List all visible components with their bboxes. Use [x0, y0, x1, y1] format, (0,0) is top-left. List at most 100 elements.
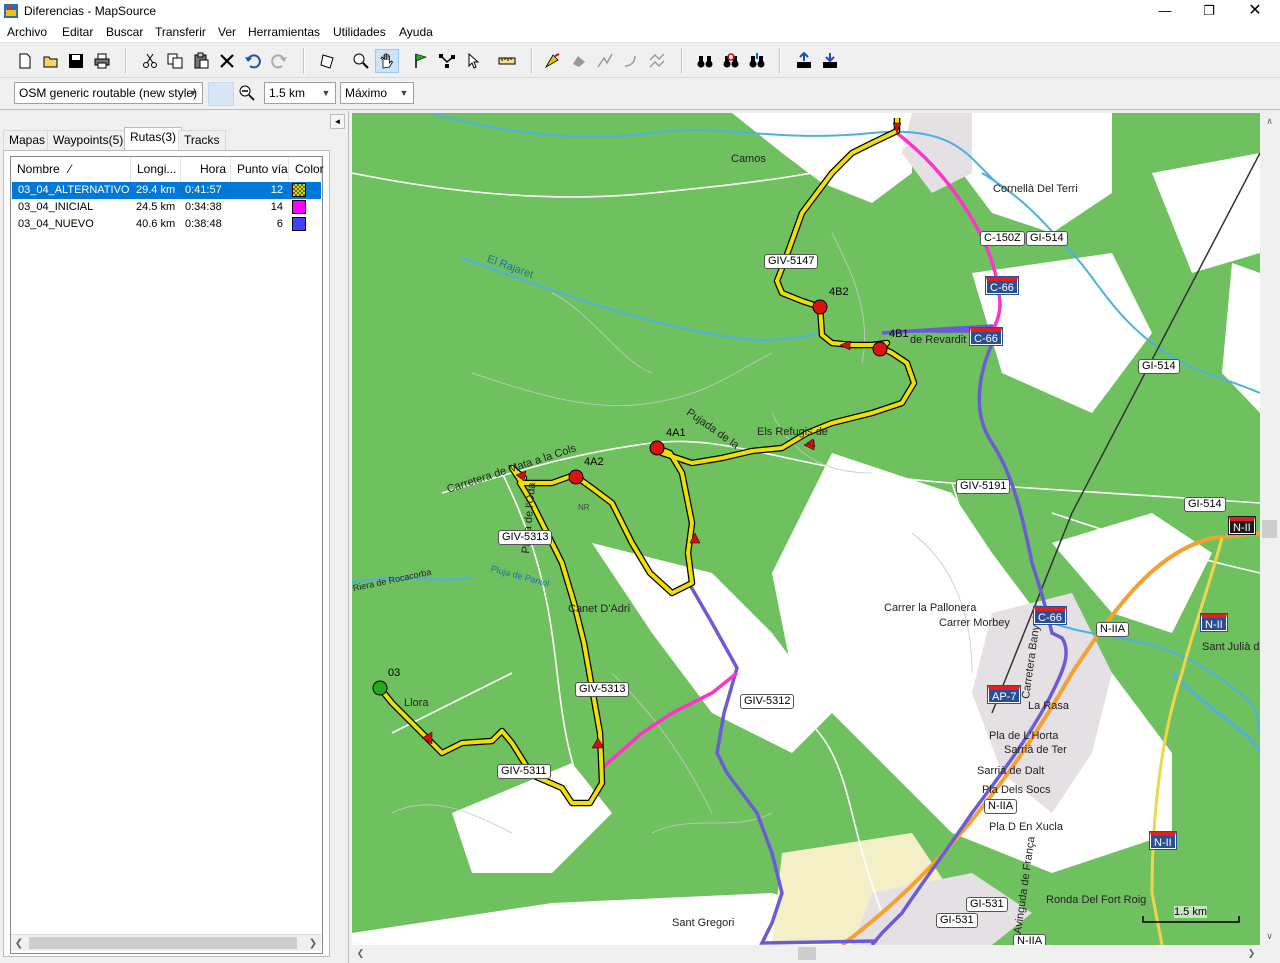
open-folder-icon[interactable] [39, 49, 63, 73]
column-header-hora[interactable]: Hora [181, 157, 231, 182]
column-header-punto-via[interactable]: Punto vía [231, 157, 289, 182]
place-label: Sarrià de Dalt [977, 765, 1045, 777]
route-color-swatch[interactable] [292, 200, 306, 214]
scroll-right-icon[interactable]: ❯ [1243, 945, 1260, 962]
column-header-longitud[interactable]: Longi... [131, 157, 181, 182]
restore-icon[interactable]: ❐ [1186, 0, 1232, 23]
place-label: Pla D En Xucla [989, 821, 1063, 833]
minimize-icon[interactable]: — [1142, 0, 1188, 23]
find-binoculars-icon[interactable] [693, 49, 717, 73]
scroll-left-icon[interactable]: ❮ [11, 935, 27, 952]
map-horizontal-scrollbar[interactable]: ❮ ❯ [352, 945, 1260, 962]
map-curve-icon[interactable] [619, 49, 643, 73]
menu-transferir[interactable]: Transferir [155, 25, 206, 39]
find-nearest-icon[interactable] [719, 49, 743, 73]
cut-icon[interactable] [138, 49, 162, 73]
zoom-level-select[interactable]: 1.5 km ▼ [264, 82, 336, 104]
route-row[interactable]: 03_04_NUEVO 40.6 km 0:38:48 6 [12, 216, 321, 233]
route-row[interactable]: 03_04_ALTERNATIVO 29.4 km 0:41:57 12 [12, 182, 321, 199]
road-shield: N-IIA [1013, 934, 1047, 945]
select-area-icon[interactable] [315, 49, 339, 73]
column-header-nombre[interactable]: Nombre ⁄ [11, 157, 131, 182]
road-shield: N-II [1228, 516, 1256, 535]
tab-mapas[interactable]: Mapas [3, 130, 52, 150]
menu-editar[interactable]: Editar [62, 25, 93, 39]
road-shield: N-II [1149, 831, 1177, 850]
map-multi-icon[interactable] [645, 49, 669, 73]
map-vertical-scrollbar[interactable]: ∧ ∨ [1261, 113, 1278, 945]
delete-icon[interactable] [215, 49, 239, 73]
mapsource-app-icon [4, 4, 18, 18]
route-name: 03_04_INICIAL [18, 201, 94, 213]
map-lines-icon[interactable] [593, 49, 617, 73]
place-label: Carrer Morbey [939, 617, 1010, 629]
place-label: Carrer la Pallonera [884, 602, 977, 614]
route-length: 40.6 km [136, 218, 176, 230]
menu-buscar[interactable]: Buscar [106, 25, 143, 39]
route-color-swatch[interactable] [292, 183, 306, 197]
tab-rutas[interactable]: Rutas(3) [124, 127, 183, 151]
save-icon[interactable] [64, 49, 88, 73]
find-places-icon[interactable] [745, 49, 769, 73]
scroll-thumb[interactable] [29, 937, 297, 949]
zoom-out-icon[interactable] [235, 81, 259, 105]
menu-ayuda[interactable]: Ayuda [399, 25, 433, 39]
menu-utilidades[interactable]: Utilidades [333, 25, 386, 39]
open-land-areas [352, 113, 1260, 945]
copy-icon[interactable] [163, 49, 187, 73]
map-highlight-color[interactable] [208, 82, 234, 106]
road-label: GI-514 [1184, 497, 1226, 512]
route-color-swatch[interactable] [292, 217, 306, 231]
scroll-thumb[interactable] [798, 947, 816, 960]
collapse-panel-icon[interactable]: ◄ [330, 114, 345, 129]
hand-pan-icon[interactable] [375, 49, 399, 73]
scroll-left-icon[interactable]: ❮ [352, 945, 369, 962]
map-canvas[interactable] [352, 113, 1260, 945]
column-header-color[interactable]: Color [289, 157, 324, 182]
road-label: C-150Z [980, 231, 1025, 246]
road-label: GI-514 [1138, 359, 1180, 374]
menu-ver[interactable]: Ver [218, 25, 236, 39]
tab-tracks[interactable]: Tracks [178, 130, 226, 150]
route-row[interactable]: 03_04_INICIAL 24.5 km 0:34:38 14 [12, 199, 321, 216]
measure-ruler-icon[interactable] [495, 49, 519, 73]
map-view[interactable]: Camos Cornellà Del Terri El Rajaret de R… [352, 113, 1260, 945]
menu-herramientas[interactable]: Herramientas [248, 25, 320, 39]
redo-icon[interactable] [267, 49, 291, 73]
selection-arrow-icon[interactable] [461, 49, 485, 73]
tab-waypoints[interactable]: Waypoints(5) [47, 130, 130, 150]
print-icon[interactable] [90, 49, 114, 73]
send-to-device-icon[interactable] [792, 49, 816, 73]
chevron-down-icon: ▼ [399, 88, 409, 98]
place-label: de Revardit [910, 334, 967, 346]
route-tool-icon[interactable] [435, 49, 459, 73]
scroll-down-icon[interactable]: ∨ [1261, 928, 1278, 945]
route-name: 03_04_NUEVO [18, 218, 94, 230]
road-shield: N-IIA [984, 799, 1018, 814]
chevron-down-icon: ▼ [188, 88, 198, 98]
new-document-icon[interactable] [13, 49, 37, 73]
routes-list[interactable]: Nombre ⁄ Longi... Hora Punto vía Color 0… [10, 156, 324, 954]
scroll-right-icon[interactable]: ❯ [305, 935, 321, 952]
detail-level-select[interactable]: Máximo ▼ [340, 82, 414, 104]
place-label: Cornellà Del Terri [993, 183, 1078, 195]
list-horizontal-scrollbar[interactable]: ❮ ❯ [11, 934, 321, 951]
map-highlight-icon[interactable] [541, 49, 565, 73]
close-icon[interactable]: ✕ [1232, 0, 1278, 23]
place-label: Llora [404, 697, 429, 709]
waypoint-flag-icon[interactable] [409, 49, 433, 73]
route-via-points: 12 [270, 184, 283, 196]
toolbar-separator [303, 48, 305, 74]
place-label: Pla de L'Horta [989, 730, 1059, 742]
paste-icon[interactable] [189, 49, 213, 73]
scroll-thumb[interactable] [1262, 520, 1277, 538]
menu-archivo[interactable]: Archivo [7, 25, 47, 39]
scroll-up-icon[interactable]: ∧ [1261, 113, 1278, 130]
route-name: 03_04_ALTERNATIVO [18, 184, 130, 196]
map-shapes-icon[interactable] [567, 49, 591, 73]
receive-from-device-icon[interactable] [818, 49, 842, 73]
zoom-tool-icon[interactable] [349, 49, 373, 73]
undo-icon[interactable] [241, 49, 265, 73]
map-product-select[interactable]: OSM generic routable (new style) ▼ [14, 82, 203, 104]
road-label: GIV-5147 [764, 254, 819, 269]
